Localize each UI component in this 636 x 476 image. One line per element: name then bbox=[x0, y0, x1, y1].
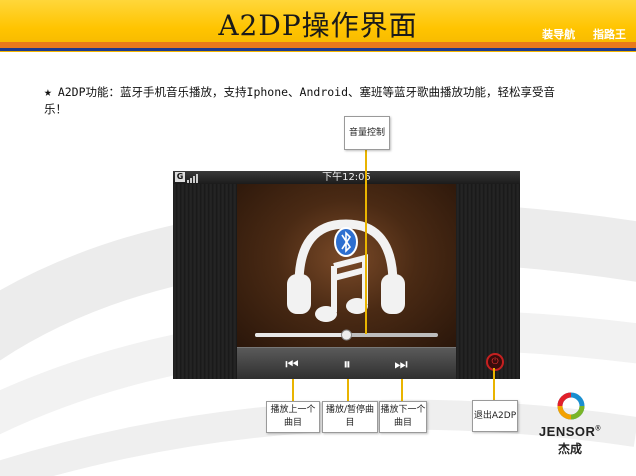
status-bar: G 下午12:05 bbox=[173, 171, 520, 184]
header-brand: 装导航 指路王 bbox=[528, 26, 626, 42]
feature-description: ★ A2DP功能：蓝牙手机音乐播放，支持Iphone、Android、塞班等蓝牙歌… bbox=[44, 84, 564, 118]
brand-right: 指路王 bbox=[593, 28, 626, 41]
next-leader-line bbox=[401, 379, 403, 401]
next-track-button[interactable]: ⏭ bbox=[381, 351, 421, 377]
next-track-icon: ⏭ bbox=[394, 355, 408, 373]
previous-track-button[interactable]: ⏮ bbox=[272, 351, 312, 377]
right-panel bbox=[456, 184, 520, 379]
headphones-music-icon bbox=[255, 219, 438, 341]
album-art bbox=[237, 184, 456, 347]
callout-play-pause: 播放/暂停曲目 bbox=[322, 401, 378, 433]
pause-leader-line bbox=[347, 379, 349, 401]
exit-leader-line bbox=[493, 368, 495, 400]
previous-track-icon: ⏮ bbox=[285, 355, 299, 373]
player-screen: G 下午12:05 ⏮ ⏸ ⏭ ⏻ bbox=[173, 171, 520, 379]
logo-wordmark: JENSOR® bbox=[538, 424, 602, 439]
description-text: A2DP功能：蓝牙手机音乐播放，支持Iphone、Android、塞班等蓝牙歌曲… bbox=[44, 85, 556, 116]
callout-exit: 退出A2DP bbox=[472, 400, 518, 432]
callout-next-track: 播放下一个曲目 bbox=[379, 401, 427, 433]
brand-left: 装导航 bbox=[542, 28, 576, 41]
callout-volume: 音量控制 bbox=[344, 116, 390, 150]
callout-previous-track: 播放上一个曲目 bbox=[266, 401, 320, 433]
star-icon: ★ bbox=[44, 85, 52, 100]
left-panel bbox=[173, 184, 237, 379]
pause-icon: ⏸ bbox=[343, 355, 351, 373]
power-icon: ⏻ bbox=[491, 357, 499, 367]
exit-a2dp-button[interactable]: ⏻ bbox=[486, 353, 504, 371]
volume-leader-line bbox=[365, 148, 367, 334]
prev-leader-line bbox=[292, 379, 294, 401]
playback-controls: ⏮ ⏸ ⏭ bbox=[237, 347, 456, 379]
logo-chinese: 杰成 bbox=[557, 442, 582, 456]
status-clock: 下午12:05 bbox=[322, 172, 371, 183]
header-divider bbox=[0, 48, 636, 51]
play-pause-button[interactable]: ⏸ bbox=[327, 351, 367, 377]
